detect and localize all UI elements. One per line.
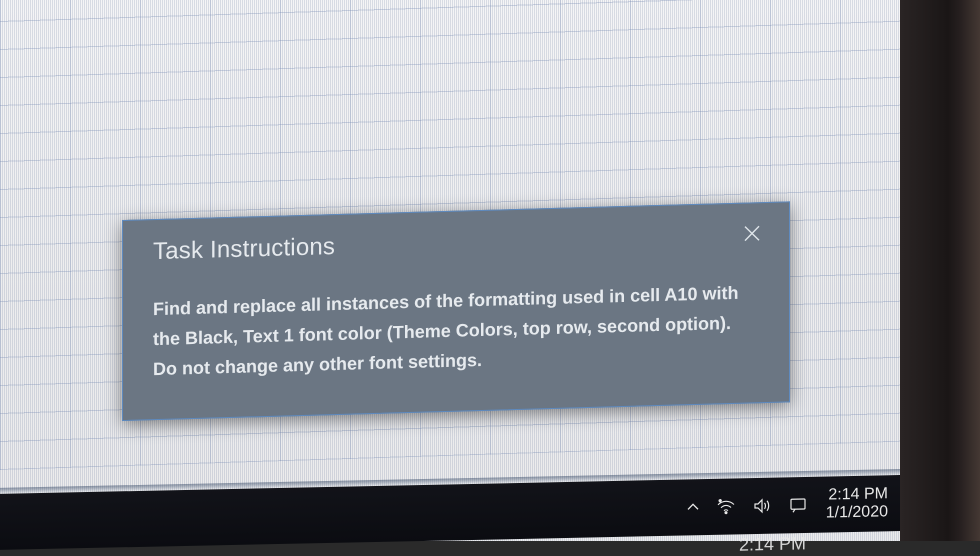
ghost-time-reflection: 2:14 PM [739,533,806,555]
taskbar-time: 2:14 PM [828,485,888,505]
wifi-icon[interactable]: * [716,496,736,516]
speaker-icon[interactable] [752,496,772,516]
monitor-bezel-right [900,0,980,541]
taskbar-date: 1/1/2020 [826,503,888,523]
close-button[interactable] [741,224,763,247]
system-tray[interactable]: * [686,495,808,518]
close-icon [742,223,762,249]
chevron-up-icon[interactable] [686,500,700,514]
screen-area: Task Instructions Find and replace all i… [0,0,900,541]
taskbar-clock[interactable]: 2:14 PM 1/1/2020 [826,485,888,523]
notifications-icon[interactable] [788,495,808,515]
dialog-title: Task Instructions [153,233,335,266]
dialog-body-text: Find and replace all instances of the fo… [123,254,789,419]
task-instructions-dialog: Task Instructions Find and replace all i… [122,201,790,420]
